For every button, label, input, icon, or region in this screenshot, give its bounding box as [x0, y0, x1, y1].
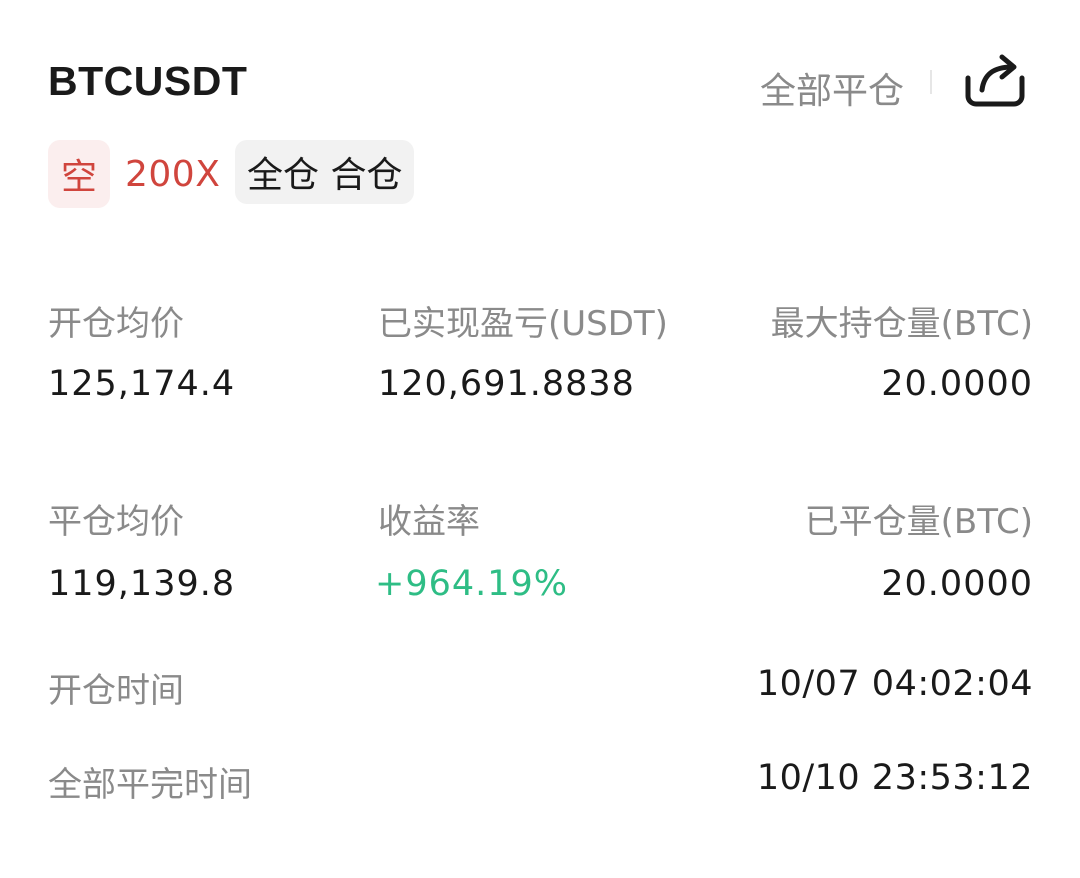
realized-pnl-label: 已实现盈亏(USDT) [378, 304, 668, 344]
open-time-value: 10/07 04:02:04 [756, 664, 1033, 704]
close-avg-price-value: 119,139.8 [48, 564, 236, 604]
max-position-value: 20.0000 [881, 364, 1033, 404]
roi-label: 收益率 [378, 502, 480, 542]
leverage-label: 200X [125, 154, 221, 195]
realized-pnl-value: 120,691.8838 [378, 364, 635, 404]
position-symbol: BTCUSDT [48, 58, 248, 104]
close-time-label: 全部平完时间 [48, 765, 252, 805]
close-avg-price-label: 平仓均价 [48, 502, 184, 542]
closed-amount-label: 已平仓量(BTC) [804, 502, 1033, 542]
closed-amount-value: 20.0000 [881, 564, 1033, 604]
close-all-button[interactable]: 全部平仓 [760, 62, 904, 114]
share-button[interactable] [962, 52, 1028, 108]
roi-value: +964.19% [375, 564, 569, 604]
side-badge: 空 [48, 140, 110, 208]
open-avg-price-label: 开仓均价 [48, 304, 184, 344]
close-time-value: 10/10 23:53:12 [756, 758, 1033, 798]
header-divider [930, 70, 932, 94]
max-position-label: 最大持仓量(BTC) [770, 304, 1033, 344]
share-icon [965, 54, 1025, 107]
open-time-label: 开仓时间 [48, 671, 184, 711]
margin-mode-chip: 全仓 合仓 [235, 140, 415, 204]
open-avg-price-value: 125,174.4 [48, 364, 236, 404]
